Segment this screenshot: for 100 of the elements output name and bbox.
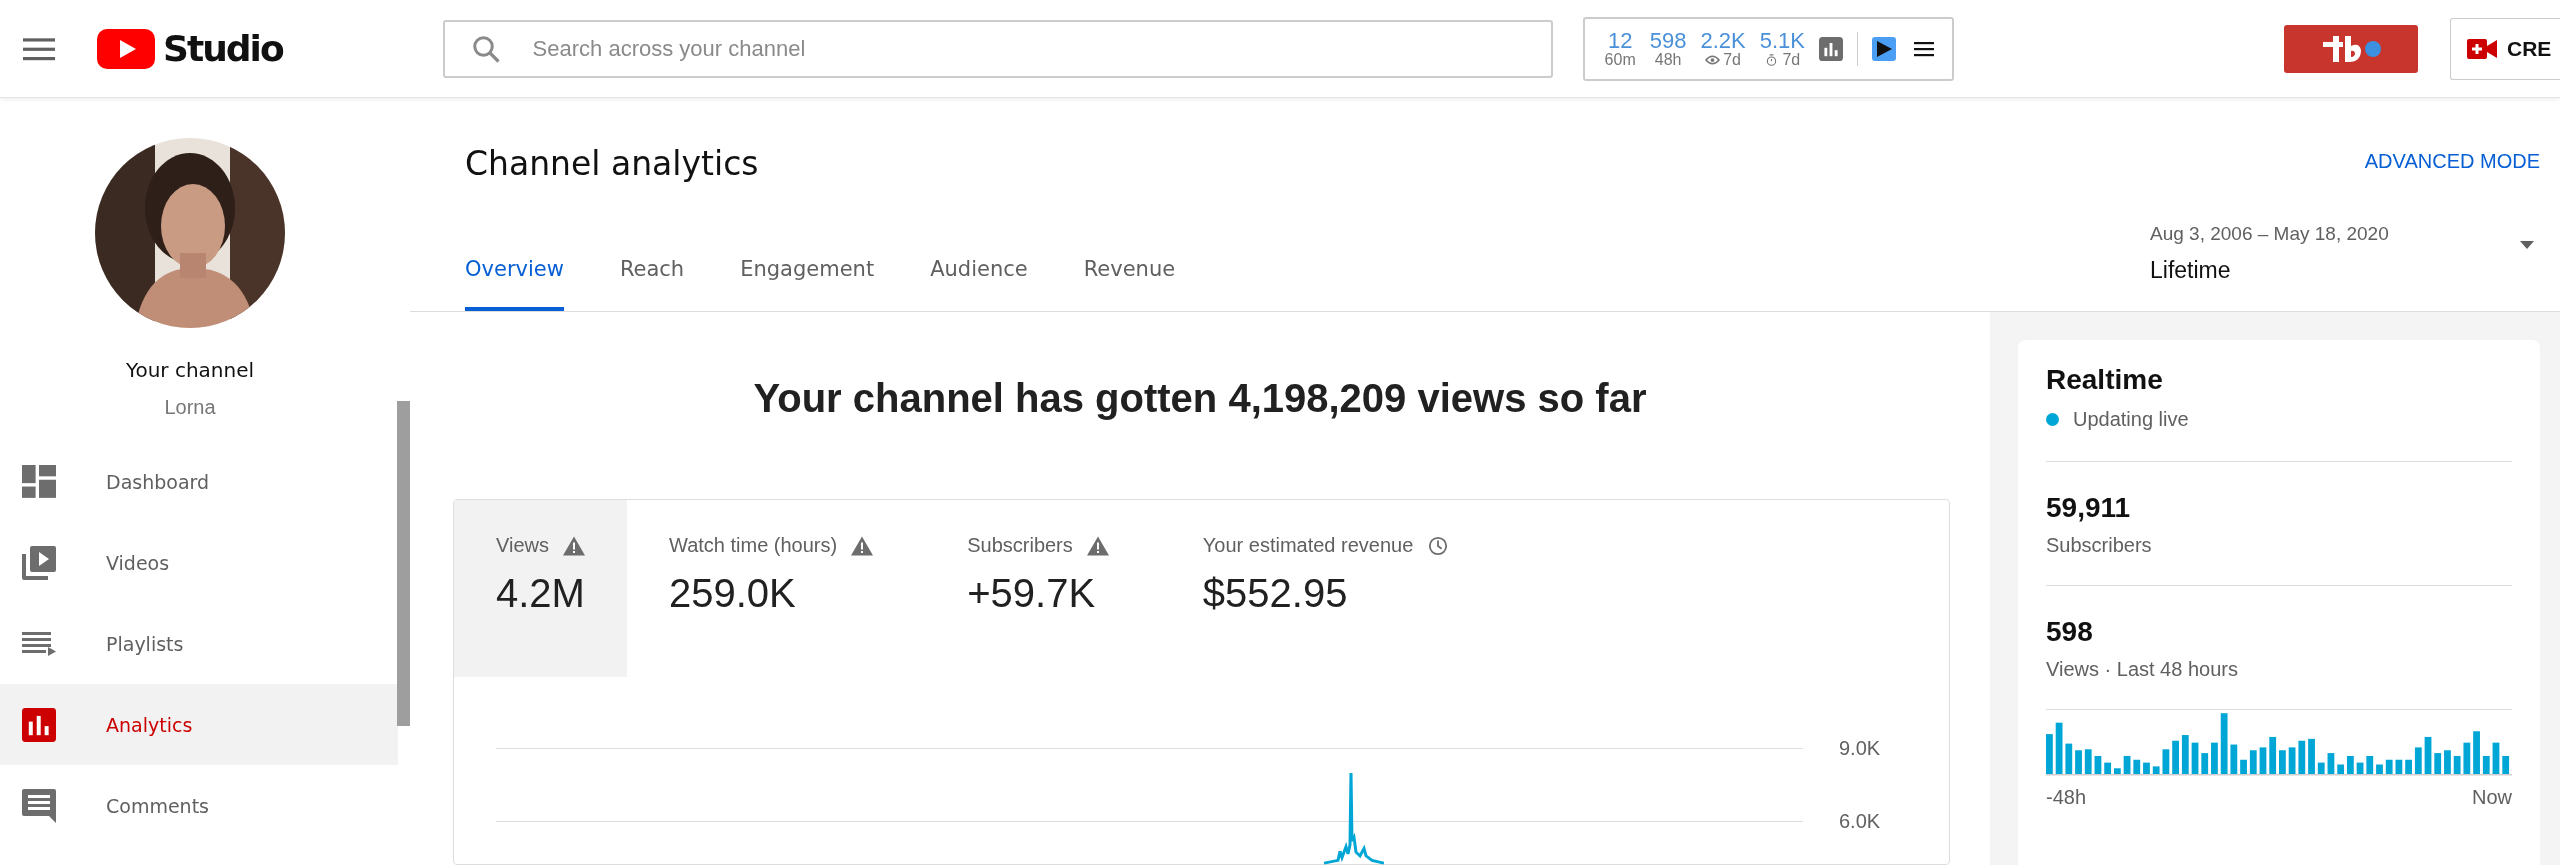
bar [2152, 766, 2160, 774]
axis-label: Now [2472, 786, 2512, 809]
metric-value: 259.0K [669, 571, 797, 616]
tab[interactable]: Audience [930, 245, 1028, 311]
stat-value: 598 [1649, 28, 1687, 52]
metric-label: Your estimated revenue [1202, 534, 1414, 557]
bar [2249, 750, 2257, 774]
card-title: Realtime [2046, 364, 2164, 396]
bar [2162, 749, 2170, 774]
stat-value: 2.2K [1700, 28, 1746, 52]
bar [2492, 742, 2500, 774]
stat-caption: Subscribers [2046, 534, 2153, 557]
sidebar-item[interactable]: Playlists [0, 603, 398, 684]
bar [2473, 731, 2480, 774]
bar [2463, 742, 2471, 774]
bar [2298, 740, 2306, 774]
sidebar-item[interactable]: Analytics [0, 684, 398, 765]
bar [2279, 750, 2286, 774]
tab[interactable]: Overview [465, 245, 564, 311]
headline: Your channel has gotten 4,198,209 views so far [753, 376, 1647, 421]
bar [2133, 759, 2141, 774]
metric-tab[interactable]: Views 4.2M [454, 500, 627, 677]
bar [2230, 744, 2238, 774]
stat-caption: 7d [1723, 51, 1741, 69]
status-text: Updating live [2073, 408, 2189, 431]
warning-icon [1086, 535, 1109, 556]
bar [2317, 762, 2325, 774]
bar [2444, 750, 2451, 774]
bar [2395, 759, 2403, 774]
bar [2055, 722, 2063, 774]
bar [2046, 734, 2053, 774]
bar [2201, 753, 2209, 774]
create-button[interactable]: CRE [2450, 17, 2560, 80]
play-badge-icon[interactable] [1872, 36, 1896, 61]
stat-caption: 7d [1782, 51, 1801, 69]
search-field[interactable]: Search across your channel [442, 19, 1553, 78]
bar [2414, 747, 2422, 774]
stat-value: 12 [1607, 28, 1633, 52]
warning-icon [851, 535, 874, 556]
bar [2211, 742, 2218, 774]
bar [2482, 755, 2490, 774]
clock-icon [1427, 535, 1450, 556]
extension-button[interactable] [2284, 24, 2418, 73]
eye-icon [1705, 54, 1721, 67]
bar [2405, 759, 2412, 774]
bar [2308, 738, 2315, 774]
menu-icon[interactable] [23, 36, 55, 61]
metric-label: Views [496, 534, 549, 557]
metric-value: $552.95 [1202, 571, 1349, 616]
channel-name: Lorna [164, 396, 216, 419]
bar [2434, 753, 2442, 774]
metric-label: Watch time (hours) [669, 534, 838, 557]
scrollbar[interactable] [397, 401, 410, 726]
stats-widget[interactable]: 12 60m 598 48h 2.2K 7d 5.1K 7d [1582, 16, 1954, 81]
play-logo-icon [97, 28, 155, 69]
stat-value: 5.1K [1759, 28, 1805, 52]
menu-icon[interactable] [1914, 40, 1934, 57]
bar [2181, 735, 2189, 774]
metric-tab[interactable]: Watch time (hours) 259.0K [627, 500, 926, 677]
video-camera-icon [2467, 38, 2497, 59]
page-title: Channel analytics [465, 144, 760, 183]
stat-value: 59,911 [2046, 492, 2132, 524]
metric-tab[interactable]: Your estimated revenue $552.95 [1160, 500, 1502, 677]
bar [2259, 747, 2267, 774]
bar [2288, 747, 2296, 774]
stat-caption: 60m [1604, 51, 1636, 69]
metric-label: Subscribers [967, 534, 1073, 557]
stat-caption: Views · Last 48 hours [2046, 658, 2239, 681]
date-range-dropdown[interactable]: Aug 3, 2006 – May 18, 2020 Lifetime [2130, 223, 2540, 284]
metric-value: +59.7K [967, 571, 1097, 616]
metric-value: 4.2M [496, 571, 585, 616]
bar [2143, 762, 2150, 774]
bar [2172, 740, 2179, 774]
live-status-dot [2046, 413, 2059, 426]
sidebar-item[interactable]: Dashboard [0, 441, 398, 522]
axis-label: -48h [2046, 786, 2087, 809]
tab[interactable]: Engagement [740, 245, 875, 311]
bar [2123, 755, 2131, 774]
bar [2327, 753, 2335, 774]
logo-text[interactable]: Studio [163, 28, 283, 69]
sidebar-item[interactable]: Videos [0, 522, 398, 603]
bar [2240, 759, 2247, 774]
warning-icon [563, 535, 585, 556]
sidebar-item[interactable]: Comments [0, 765, 398, 846]
tab[interactable]: Reach [619, 245, 685, 311]
advanced-mode-link[interactable]: ADVANCED MODE [2364, 150, 2540, 173]
video-library-icon [22, 545, 56, 580]
bar-chart-icon[interactable] [1819, 36, 1843, 61]
search-icon [470, 33, 501, 64]
bar [2094, 755, 2102, 774]
stat-caption: 48h [1654, 51, 1682, 69]
bar [2453, 755, 2461, 774]
bar [2356, 762, 2364, 774]
tab[interactable]: Revenue [1083, 245, 1176, 311]
axis-tick-label: 9.0K [1839, 737, 1882, 760]
bar [2269, 736, 2277, 774]
comment-icon [22, 788, 56, 823]
metric-tab[interactable]: Subscribers +59.7K [925, 500, 1161, 677]
bar [2075, 750, 2082, 774]
axis-tick-label: 6.0K [1839, 810, 1882, 833]
